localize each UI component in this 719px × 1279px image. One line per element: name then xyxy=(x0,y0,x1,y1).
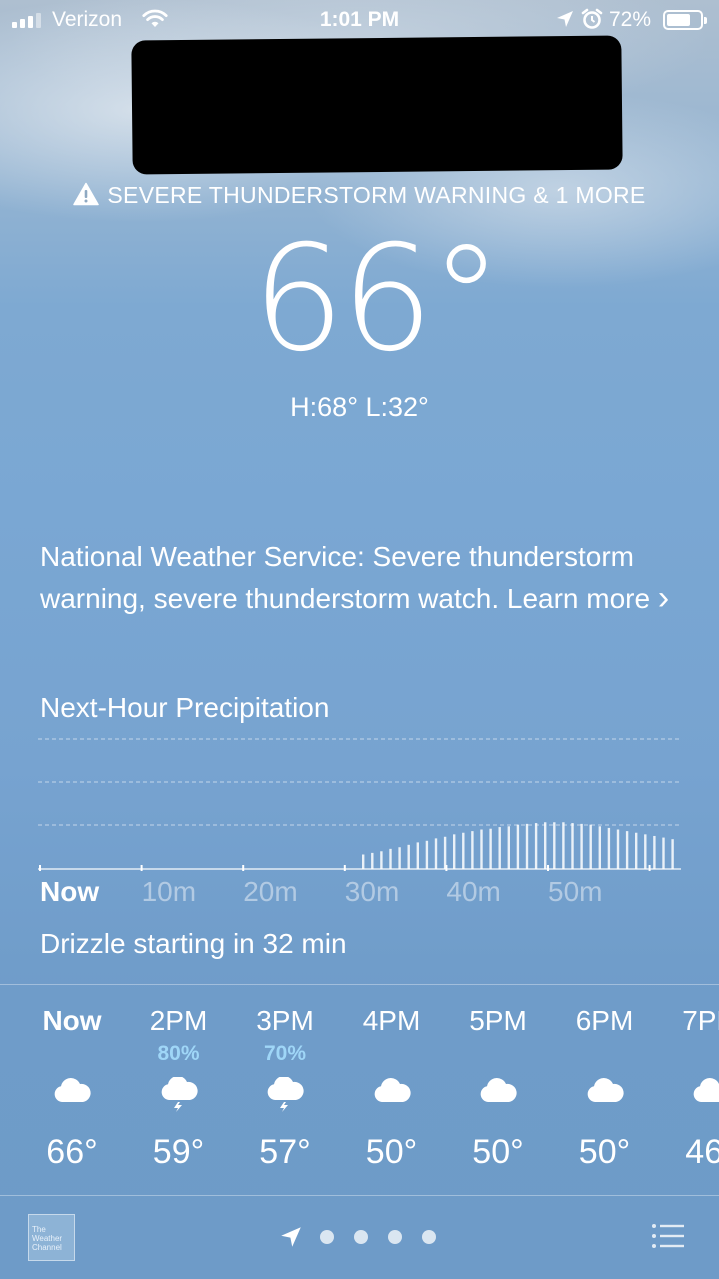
precip-bar xyxy=(498,827,501,869)
precip-probability: 70% xyxy=(263,1042,307,1065)
precip-bar xyxy=(625,831,629,869)
precip-bar xyxy=(371,852,374,869)
precip-bar xyxy=(416,842,419,869)
precip-bar xyxy=(425,840,429,869)
hour-label: 4PM xyxy=(362,1005,421,1036)
city-list-icon[interactable] xyxy=(651,1222,685,1250)
location-arrow-icon xyxy=(557,11,573,27)
precip-axis-label: 40m xyxy=(446,876,501,907)
precip-bar xyxy=(489,828,492,869)
hour-temperature: 50° xyxy=(578,1133,631,1171)
battery-icon xyxy=(663,10,707,30)
hour-label: 3PM xyxy=(256,1005,314,1036)
precip-bar xyxy=(553,822,556,869)
precip-bar xyxy=(434,838,438,869)
thunderstorm-icon xyxy=(159,1076,199,1118)
alarm-icon xyxy=(581,8,603,29)
precip-bar xyxy=(580,823,583,869)
page-dot[interactable] xyxy=(320,1230,334,1244)
precipitation-title: Next-Hour Precipitation xyxy=(40,692,330,723)
precip-bar xyxy=(671,839,674,869)
precip-bar xyxy=(635,832,638,869)
redacted-location-name xyxy=(131,35,623,175)
nws-alert-text: National Weather Service: Severe thunder… xyxy=(40,541,651,614)
precip-bar xyxy=(407,844,410,869)
hour-label: 7PM xyxy=(682,1005,719,1036)
precip-bar xyxy=(598,826,601,869)
hour-label: 5PM xyxy=(469,1005,527,1036)
hour-temperature: 59° xyxy=(152,1133,205,1171)
page-dot[interactable] xyxy=(422,1230,436,1244)
battery-percent: 72% xyxy=(609,8,652,31)
precipitation-summary: Drizzle starting in 32 min xyxy=(40,928,347,959)
hour-temperature: 50° xyxy=(365,1133,418,1171)
cloud-icon xyxy=(52,1077,92,1108)
warning-text: SEVERE THUNDERSTORM WARNING & 1 MORE xyxy=(107,182,646,208)
location-arrow-icon xyxy=(281,1227,301,1247)
precip-bar xyxy=(662,837,665,869)
hour-label: Now xyxy=(42,1005,102,1036)
precip-bar xyxy=(534,823,538,869)
precip-bar xyxy=(607,827,611,869)
precip-bar xyxy=(471,831,474,869)
precip-bar xyxy=(516,824,520,869)
cloud-icon xyxy=(691,1077,719,1108)
page-indicator[interactable] xyxy=(280,1226,436,1248)
precip-axis-label: 50m xyxy=(548,876,603,907)
precip-bar xyxy=(380,851,383,869)
current-temperature: 66° xyxy=(252,214,503,384)
hour-temperature: 50° xyxy=(472,1133,524,1171)
precip-bar xyxy=(644,834,647,869)
precip-axis-label: Now xyxy=(40,876,100,907)
warning-triangle-icon xyxy=(73,182,100,206)
cloud-icon xyxy=(478,1077,518,1108)
precip-bar xyxy=(480,829,483,869)
status-bar: Verizon 1:01 PM 72% xyxy=(0,0,719,40)
cloud-icon xyxy=(372,1077,412,1108)
precip-bar xyxy=(544,822,547,869)
hour-temperature: 46° xyxy=(685,1133,719,1171)
precip-bar xyxy=(389,848,392,869)
precip-probability: 80% xyxy=(157,1042,200,1065)
cloud-icon xyxy=(585,1077,625,1108)
severe-weather-banner[interactable]: SEVERE THUNDERSTORM WARNING & 1 MORE xyxy=(0,182,719,209)
hourly-forecast-strip[interactable]: Now 66° 2PM 80% 59° 3PM 70% 57° 4PM 50° 5PM 50° 6PM 5… xyxy=(0,985,719,1195)
high-low-temperature: H:68° L:32° xyxy=(290,392,429,422)
weather-channel-logo[interactable]: The Weather Channel xyxy=(28,1214,75,1261)
precipitation-chart xyxy=(38,738,681,871)
hour-temperature: 57° xyxy=(259,1133,311,1171)
hour-temperature: 66° xyxy=(46,1133,98,1171)
precip-bar xyxy=(653,835,656,869)
precip-bar xyxy=(443,836,447,869)
precip-bar xyxy=(398,847,401,869)
precip-axis-label: 20m xyxy=(243,876,298,907)
precip-bar xyxy=(453,834,456,869)
precip-bar xyxy=(616,829,620,869)
hour-label: 2PM xyxy=(149,1005,208,1036)
precip-bar xyxy=(462,832,465,869)
page-dot[interactable] xyxy=(354,1230,368,1244)
page-dot[interactable] xyxy=(388,1230,402,1244)
thunderstorm-icon xyxy=(265,1076,305,1118)
precip-bar xyxy=(362,854,365,869)
nws-alert[interactable]: National Weather Service: Severe thunder… xyxy=(40,536,680,620)
precip-bar xyxy=(562,822,565,869)
precip-bar xyxy=(589,824,592,869)
precip-bar xyxy=(571,823,574,869)
precip-bar xyxy=(507,826,510,869)
chevron-right-icon: › xyxy=(657,579,670,617)
precip-bar xyxy=(525,823,529,869)
hour-label: 6PM xyxy=(575,1005,634,1036)
precip-axis-label: 10m xyxy=(141,876,197,907)
precip-axis-label: 30m xyxy=(344,876,400,907)
